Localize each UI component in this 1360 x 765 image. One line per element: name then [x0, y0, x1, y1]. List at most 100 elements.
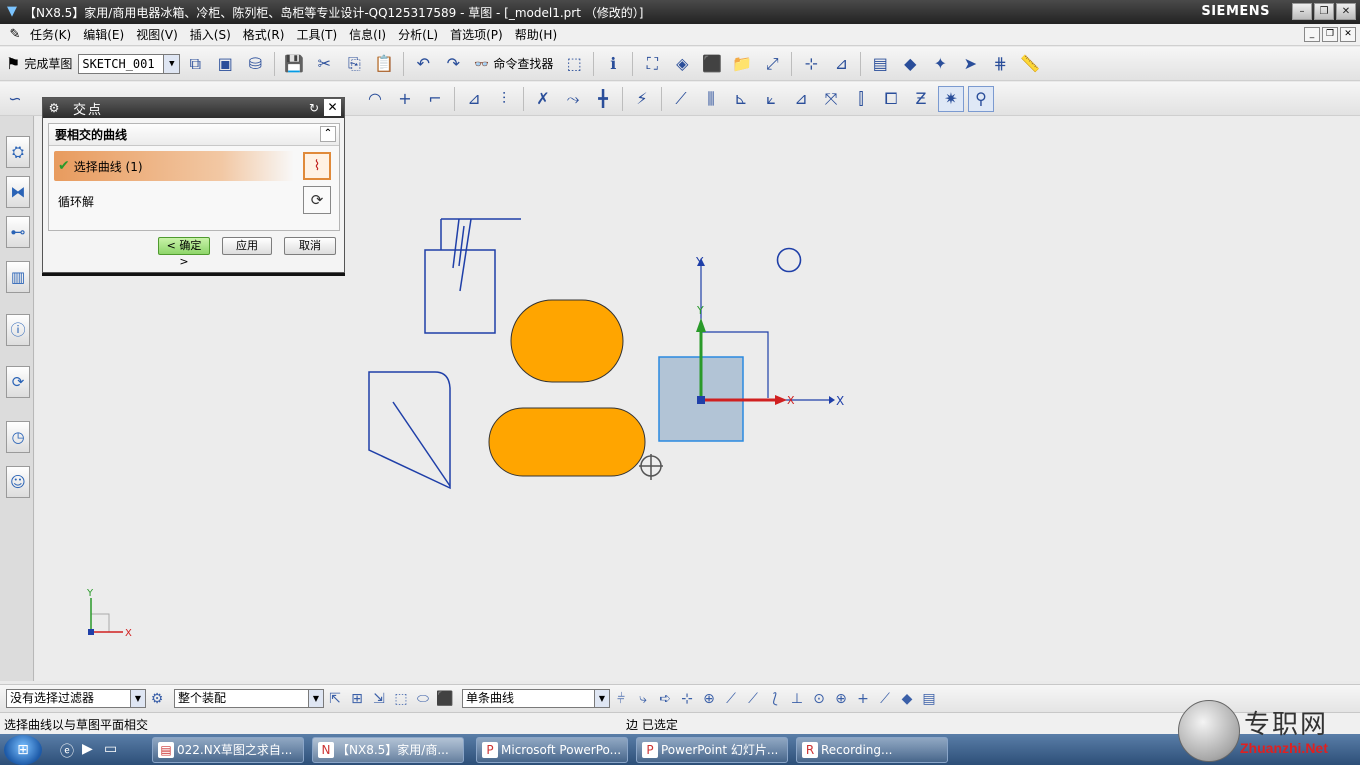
- convert-ref-icon[interactable]: ⧠: [878, 86, 904, 112]
- cycle-solution-button[interactable]: ⟳: [303, 186, 331, 214]
- reattach-icon[interactable]: ▣: [212, 51, 238, 77]
- rectangle-sketch[interactable]: [424, 218, 521, 334]
- profile-icon[interactable]: ∽: [2, 86, 28, 112]
- arrow-right-icon[interactable]: ➪: [654, 691, 676, 707]
- menu-tools[interactable]: 工具(T): [290, 26, 343, 43]
- snap-endpoint-icon[interactable]: ⊹: [676, 691, 698, 707]
- shaded-cube-icon[interactable]: ⬛: [699, 51, 725, 77]
- cut-icon[interactable]: ✂: [311, 51, 337, 77]
- fillet-icon[interactable]: ⌐: [422, 86, 448, 112]
- select-box-icon[interactable]: ⬚: [390, 691, 412, 707]
- selection-icon[interactable]: ⬚: [561, 51, 587, 77]
- snap-line-icon[interactable]: ⟋: [720, 691, 742, 707]
- make-corner-icon[interactable]: ⚡: [629, 86, 655, 112]
- constraint-navigator-icon[interactable]: ⊷: [6, 216, 30, 248]
- feature-select-icon[interactable]: ⊞: [346, 691, 368, 707]
- snap-settings-icon[interactable]: ▤: [918, 691, 940, 707]
- snap-tangent-icon[interactable]: ⟋: [742, 691, 764, 707]
- finish-sketch-button[interactable]: ⚑ 完成草图: [2, 51, 76, 77]
- selection-scope-select[interactable]: 整个装配 ▼: [174, 689, 324, 708]
- snap-curve-point-icon[interactable]: ⟋: [874, 691, 896, 707]
- wizard-icon[interactable]: ✦: [927, 51, 953, 77]
- ok-button[interactable]: < 确定 >: [158, 237, 210, 268]
- start-button[interactable]: ⊞: [4, 735, 42, 765]
- show-constraints-icon[interactable]: ⊿: [788, 86, 814, 112]
- curve-pick-button[interactable]: ⌇: [303, 152, 331, 180]
- folder-icon[interactable]: 📁: [729, 51, 755, 77]
- wedge-sketch[interactable]: [368, 371, 451, 490]
- cancel-button[interactable]: 取消: [284, 237, 336, 255]
- arc-icon[interactable]: ◠: [362, 86, 388, 112]
- update-model-icon[interactable]: ⛁: [242, 51, 268, 77]
- taskbar-item-folder[interactable]: ▤ 022.NX草图之求自...: [152, 737, 304, 763]
- curve-rule-select[interactable]: 单条曲线 ▼: [462, 689, 610, 708]
- reset-icon[interactable]: ↻: [306, 100, 322, 116]
- parallel-icon[interactable]: ⫼: [698, 86, 724, 112]
- close-icon[interactable]: ✕: [324, 99, 341, 116]
- gear-icon[interactable]: ⚙: [45, 101, 63, 115]
- minimize-button[interactable]: –: [1292, 3, 1312, 20]
- command-finder-button[interactable]: 👓 命令查找器: [470, 51, 557, 77]
- menu-insert[interactable]: 插入(S): [184, 26, 237, 43]
- snap-point-icon[interactable]: +: [852, 691, 874, 707]
- restore-button[interactable]: ❐: [1314, 3, 1334, 20]
- snap-arc-icon[interactable]: ⟅: [764, 691, 786, 707]
- assembly-navigator-icon[interactable]: ⧓: [6, 176, 30, 208]
- snap-icon[interactable]: ⤢: [759, 51, 785, 77]
- intersection-point-icon[interactable]: ✷: [938, 85, 964, 112]
- cursor-icon[interactable]: ⇱: [324, 691, 346, 707]
- auto-constrain-icon[interactable]: ⟀: [758, 86, 784, 112]
- direction-icon[interactable]: ➤: [957, 51, 983, 77]
- menu-analysis[interactable]: 分析(L): [392, 26, 444, 43]
- close-window-button[interactable]: ✕: [1336, 3, 1356, 20]
- filter-settings-icon[interactable]: ⚙: [146, 691, 168, 707]
- wcs-icon[interactable]: ⊹: [798, 51, 824, 77]
- view-triad-icon[interactable]: ⊿: [828, 51, 854, 77]
- chevron-up-icon[interactable]: ⌃: [320, 126, 336, 142]
- follow-fillet-icon[interactable]: ⤷: [632, 691, 654, 707]
- menu-task[interactable]: 任务(K): [24, 26, 77, 43]
- taskbar-item-nx[interactable]: N 【NX8.5】家用/商...: [312, 737, 464, 763]
- doc-minimize-button[interactable]: _: [1304, 27, 1320, 42]
- quick-trim-icon[interactable]: ✗: [530, 86, 556, 112]
- menu-view[interactable]: 视图(V): [130, 26, 184, 43]
- taskbar-item-recording[interactable]: R Recording...: [796, 737, 948, 763]
- layer-icon[interactable]: ▤: [867, 51, 893, 77]
- menu-edit[interactable]: 编辑(E): [77, 26, 130, 43]
- menu-info[interactable]: 信息(I): [343, 26, 392, 43]
- taskbar-item-powerpoint[interactable]: P Microsoft PowerPo...: [476, 737, 628, 763]
- history-icon[interactable]: ⟳: [6, 366, 30, 398]
- type-filter-select[interactable]: 没有选择过滤器 ▼: [6, 689, 146, 708]
- snap-face-icon[interactable]: ◆: [896, 691, 918, 707]
- info-icon[interactable]: ℹ: [600, 51, 626, 77]
- inferred-icon[interactable]: ⫿: [848, 86, 874, 112]
- snap-center-icon[interactable]: ⊙: [808, 691, 830, 707]
- snap-intersection-icon[interactable]: ⊥: [786, 691, 808, 707]
- fit-view-icon[interactable]: ⛶: [639, 51, 665, 77]
- redo-icon[interactable]: ↷: [440, 51, 466, 77]
- paste-icon[interactable]: 📋: [371, 51, 397, 77]
- orient-view-icon[interactable]: ⧉: [182, 51, 208, 77]
- constraint-icon[interactable]: ⊾: [728, 86, 754, 112]
- copy-icon[interactable]: ⎘: [341, 51, 367, 77]
- group-header[interactable]: 要相交的曲线 ⌃: [49, 124, 339, 146]
- remove-constraint-icon[interactable]: ⤧: [818, 86, 844, 112]
- show-desktop-icon[interactable]: ▭: [104, 741, 117, 757]
- part-navigator-icon[interactable]: ⛭: [6, 136, 30, 168]
- orange-slot-lower[interactable]: [488, 407, 646, 477]
- save-icon[interactable]: 💾: [281, 51, 307, 77]
- web-browser-icon[interactable]: ⓘ: [6, 314, 30, 346]
- reuse-library-icon[interactable]: ▥: [6, 261, 30, 293]
- pattern-curve-icon[interactable]: ⫶: [491, 86, 517, 112]
- derived-lines-icon[interactable]: ⚲: [968, 85, 994, 112]
- small-circle[interactable]: [776, 247, 802, 273]
- apply-button[interactable]: 应用: [222, 237, 272, 255]
- stop-at-intersection-icon[interactable]: ⫩: [610, 691, 632, 707]
- snap-quadrant-icon[interactable]: ⊕: [830, 691, 852, 707]
- body-select-icon[interactable]: ⬭: [412, 691, 434, 707]
- corner-icon[interactable]: ╋: [590, 86, 616, 112]
- undo-icon[interactable]: ↶: [410, 51, 436, 77]
- dimension-icon[interactable]: ⟋: [668, 86, 694, 112]
- render-style-icon[interactable]: ◈: [669, 51, 695, 77]
- offset-curve-icon[interactable]: ⊿: [461, 86, 487, 112]
